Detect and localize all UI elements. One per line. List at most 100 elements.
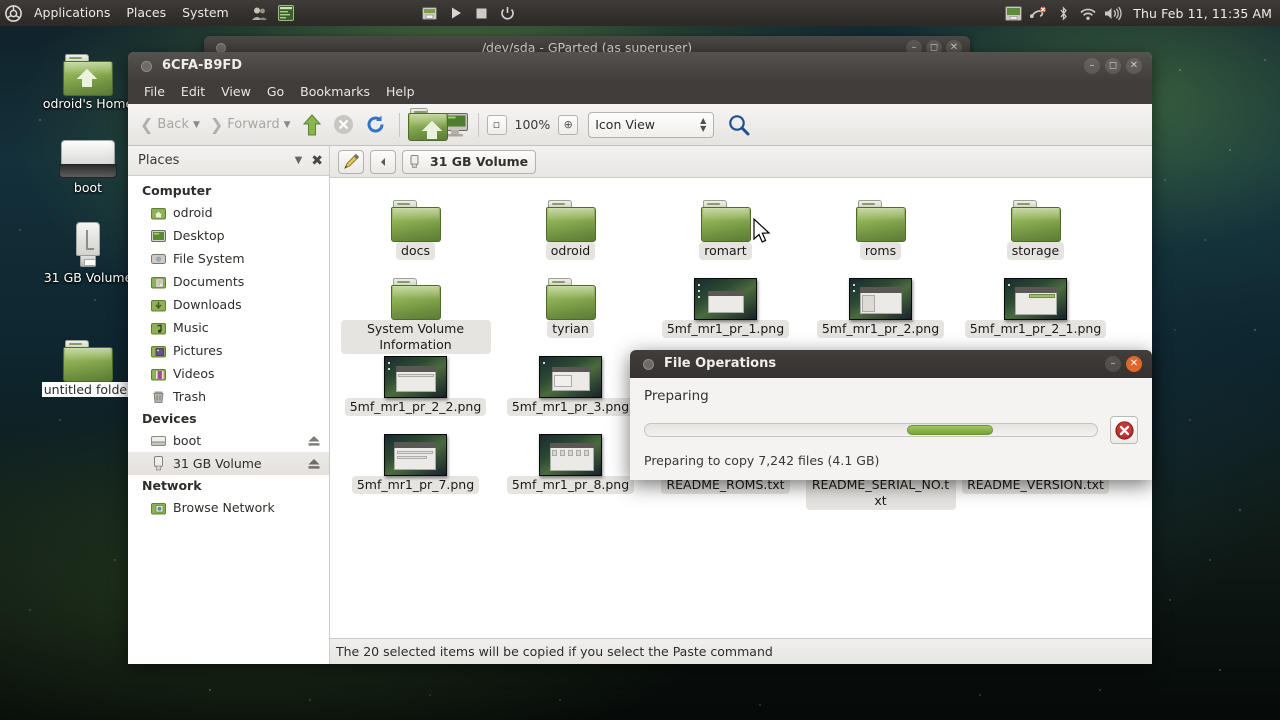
- file-item-romart[interactable]: romart: [648, 188, 803, 260]
- back-button[interactable]: ❮ Back ▼: [136, 115, 204, 134]
- spinner-arrows-icon: ▲▼: [700, 117, 706, 133]
- close-button[interactable]: ✕: [1126, 58, 1142, 74]
- menu-view[interactable]: View: [213, 80, 259, 104]
- file-item-odroid[interactable]: odroid: [493, 188, 648, 260]
- clock[interactable]: Thu Feb 11, 11:35 AM: [1129, 6, 1272, 21]
- chevron-down-icon[interactable]: ▼: [290, 155, 308, 166]
- operation-detail: Preparing to copy 7,242 files (4.1 GB): [644, 453, 1138, 468]
- bluetooth-icon[interactable]: [1054, 4, 1072, 22]
- view-mode-select[interactable]: Icon View ▲▼: [588, 112, 714, 138]
- music-icon: [150, 320, 166, 336]
- documents-icon: [150, 274, 166, 290]
- zoom-in-button[interactable]: ⊕: [558, 115, 578, 135]
- sidebar-item-browse-network[interactable]: Browse Network: [128, 496, 329, 519]
- sidebar-item-desktop[interactable]: Desktop: [128, 224, 329, 247]
- sidebar-item-trash[interactable]: Trash: [128, 385, 329, 408]
- menu-file[interactable]: File: [136, 80, 173, 104]
- zoom-level: 100%: [509, 117, 557, 132]
- file-item-5mf-mr1-pr-2-2[interactable]: 5mf_mr1_pr_2_2.png: [338, 344, 493, 416]
- eject-button[interactable]: [307, 458, 321, 470]
- menu-help[interactable]: Help: [378, 80, 423, 104]
- forward-button[interactable]: ❯ Forward ▼: [206, 115, 295, 134]
- system-logo-icon[interactable]: [0, 5, 26, 22]
- chevron-down-icon[interactable]: ▼: [284, 120, 291, 130]
- toolbar-divider: [478, 113, 479, 137]
- image-thumbnail: [338, 422, 493, 476]
- sidebar-item-label: Videos: [173, 366, 321, 381]
- file-item-docs[interactable]: docs: [338, 188, 493, 260]
- file-item-5mf-mr1-pr-3[interactable]: 5mf_mr1_pr_3.png: [493, 344, 648, 416]
- home-icon: [408, 108, 438, 141]
- reload-button[interactable]: [361, 110, 391, 140]
- breadcrumb-31gb-volume[interactable]: 31 GB Volume: [402, 150, 536, 174]
- folder-icon: [493, 188, 648, 242]
- network-icon: [150, 500, 166, 516]
- file-item-label: 5mf_mr1_pr_3.png: [507, 398, 634, 416]
- menu-system[interactable]: System: [174, 0, 237, 26]
- stop-icon[interactable]: [469, 0, 495, 26]
- close-button[interactable]: ✕: [1126, 356, 1142, 372]
- cancel-operation-button[interactable]: [1110, 416, 1138, 444]
- sidebar-item-31gb-volume[interactable]: 31 GB Volume: [128, 452, 329, 475]
- file-operations-titlebar[interactable]: File Operations – ✕: [630, 350, 1152, 378]
- file-item-storage[interactable]: storage: [958, 188, 1113, 260]
- zoom-out-button[interactable]: ▫: [487, 115, 507, 135]
- search-button[interactable]: [726, 112, 752, 138]
- file-item-tyrian[interactable]: tyrian: [493, 266, 648, 338]
- sidebar-item-downloads[interactable]: Downloads: [128, 293, 329, 316]
- sidebar-item-documents[interactable]: Documents: [128, 270, 329, 293]
- display-icon[interactable]: [1004, 4, 1022, 22]
- wifi-icon[interactable]: [1079, 4, 1097, 22]
- up-button[interactable]: [297, 110, 327, 140]
- file-item-label: 5mf_mr1_pr_1.png: [662, 320, 789, 338]
- progress-bar: [644, 423, 1098, 437]
- file-item-roms[interactable]: roms: [803, 188, 958, 260]
- sidebar-item-boot[interactable]: boot: [128, 429, 329, 452]
- minimize-button[interactable]: –: [1105, 356, 1121, 372]
- path-back-button[interactable]: [370, 150, 396, 174]
- play-icon[interactable]: [443, 0, 469, 26]
- users-icon[interactable]: [247, 0, 273, 26]
- bluetooth-icon-disabled[interactable]: [1029, 4, 1047, 22]
- sidebar-item-label: Downloads: [173, 297, 321, 312]
- window-menu-icon[interactable]: [643, 359, 654, 370]
- sidebar-item-videos[interactable]: Videos: [128, 362, 329, 385]
- media-player-icon[interactable]: [417, 0, 443, 26]
- eject-button[interactable]: [307, 435, 321, 447]
- power-icon[interactable]: [495, 0, 521, 26]
- image-thumbnail: [493, 422, 648, 476]
- file-item-5mf-mr1-pr-7[interactable]: 5mf_mr1_pr_7.png: [338, 422, 493, 494]
- file-item-label: README_SERIAL_NO.txt: [806, 476, 956, 510]
- menu-edit[interactable]: Edit: [173, 80, 213, 104]
- close-sidebar-icon[interactable]: ✖: [307, 153, 323, 169]
- volume-icon[interactable]: [1104, 4, 1122, 22]
- file-item-5mf-mr1-pr-2-1[interactable]: 5mf_mr1_pr_2_1.png: [958, 266, 1113, 338]
- file-item-system-volume-information[interactable]: System Volume Information: [338, 266, 493, 354]
- sidebar-item-label: Desktop: [173, 228, 321, 243]
- sidebar-item-odroid[interactable]: odroid: [128, 201, 329, 224]
- file-manager-titlebar[interactable]: 6CFA-B9FD – ◻ ✕: [128, 52, 1152, 80]
- home-button[interactable]: [408, 110, 438, 140]
- menu-go[interactable]: Go: [259, 80, 292, 104]
- chevron-down-icon[interactable]: ▼: [193, 120, 200, 130]
- file-item-5mf-mr1-pr-8[interactable]: 5mf_mr1_pr_8.png: [493, 422, 648, 494]
- file-item-5mf-mr1-pr-2[interactable]: 5mf_mr1_pr_2.png: [803, 266, 958, 338]
- edit-location-button[interactable]: [338, 150, 364, 174]
- image-thumbnail: [803, 266, 958, 320]
- maximize-button[interactable]: ◻: [1105, 58, 1121, 74]
- stop-button[interactable]: [329, 110, 359, 140]
- menu-places[interactable]: Places: [118, 0, 174, 26]
- sidebar-item-label: Pictures: [173, 343, 321, 358]
- panel-tray: Thu Feb 11, 11:35 AM: [1004, 4, 1280, 22]
- dialog-title: File Operations: [664, 350, 776, 378]
- minimize-button[interactable]: –: [1084, 58, 1100, 74]
- window-menu-icon[interactable]: [141, 61, 152, 72]
- sidebar-item-music[interactable]: Music: [128, 316, 329, 339]
- menu-applications[interactable]: Applications: [26, 0, 118, 26]
- sidebar-item-label: Documents: [173, 274, 321, 289]
- sidebar-item-pictures[interactable]: Pictures: [128, 339, 329, 362]
- menu-bookmarks[interactable]: Bookmarks: [292, 80, 378, 104]
- sidebar-item-file-system[interactable]: File System: [128, 247, 329, 270]
- file-item-5mf-mr1-pr-1[interactable]: 5mf_mr1_pr_1.png: [648, 266, 803, 338]
- terminal-icon[interactable]: [273, 0, 299, 26]
